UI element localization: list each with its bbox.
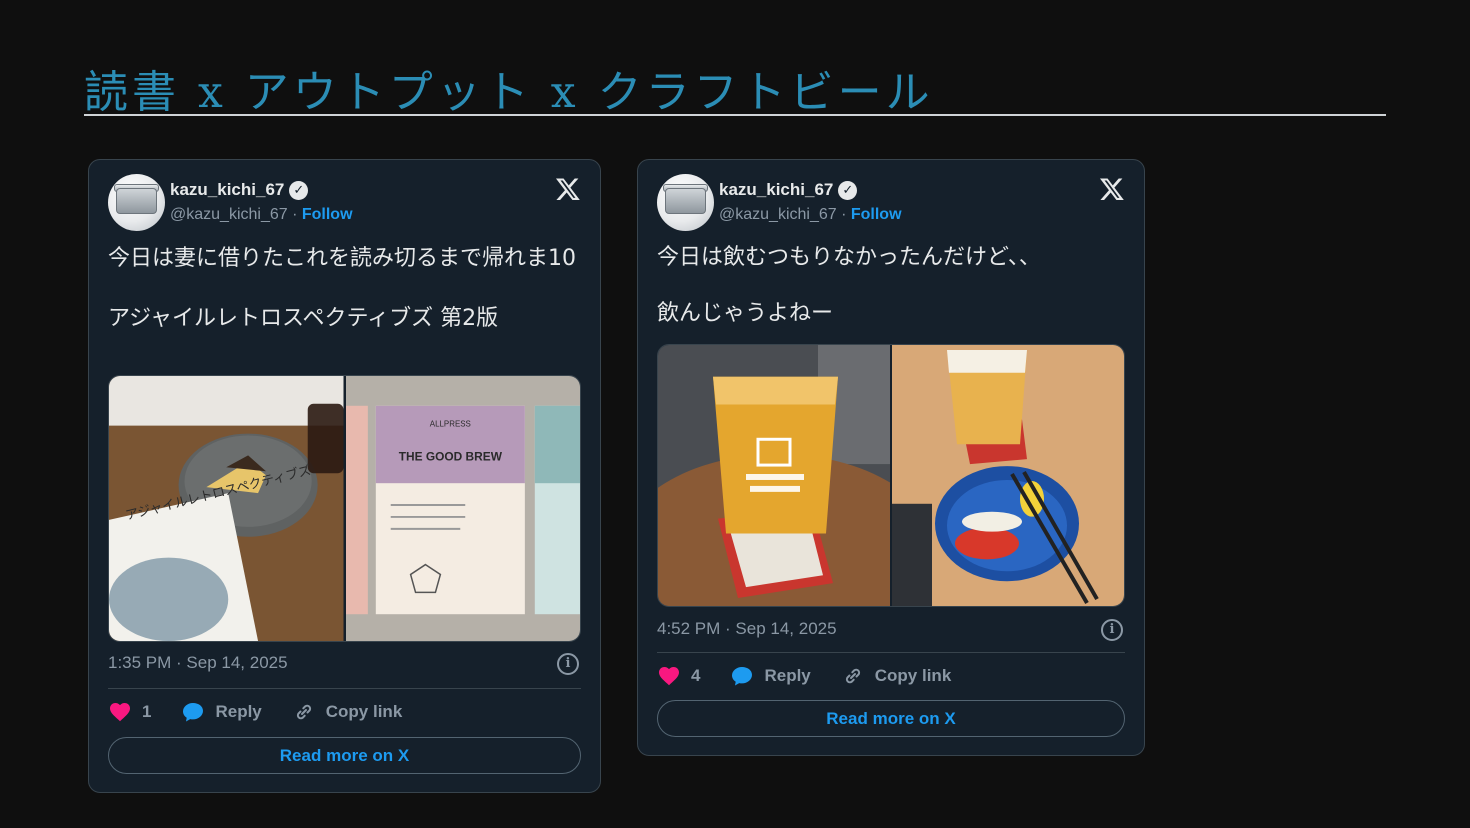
- tweet-text: 今日は妻に借りたこれを読み切るまで帰れま10 アジャイルレトロスペクティブズ 第…: [108, 246, 576, 331]
- heart-icon: [110, 703, 130, 722]
- reply-label: Reply: [215, 702, 262, 721]
- follow-button[interactable]: Follow: [851, 206, 902, 223]
- separator: ·: [836, 206, 851, 223]
- reply-label: Reply: [764, 666, 811, 685]
- handle[interactable]: @kazu_kichi_67: [719, 206, 837, 223]
- divider: [657, 652, 1125, 653]
- copy-link-label: Copy link: [325, 702, 403, 721]
- read-more-button[interactable]: Read more on X: [657, 700, 1125, 737]
- menu-brand-text: ALLPRESS: [429, 420, 470, 429]
- handle[interactable]: @kazu_kichi_67: [170, 206, 288, 223]
- tweet-actions: 1 Reply Copy link: [108, 698, 581, 726]
- reply-bubble-icon: [732, 667, 753, 686]
- tweet-text: 今日は飲むつもりなかったんだけど、、 飲んじゃうよねー: [657, 245, 1041, 326]
- reply-bubble-icon: [183, 703, 204, 722]
- title-underline: [84, 114, 1386, 116]
- tweet-media[interactable]: アジャイルレトロスペクティブズ THE GOOD BREW ALLPRESS: [108, 375, 581, 642]
- verified-icon: ✓: [838, 180, 858, 200]
- timestamp[interactable]: 1:35 PM · Sep 14, 2025: [108, 653, 288, 673]
- x-logo-icon[interactable]: [1099, 176, 1125, 202]
- info-icon[interactable]: i: [1101, 619, 1123, 641]
- photo-beer-pickles[interactable]: [892, 345, 1124, 606]
- read-more-button[interactable]: Read more on X: [108, 737, 581, 774]
- avatar[interactable]: [108, 174, 165, 231]
- tweet-media[interactable]: [657, 344, 1125, 607]
- tweet-card-1[interactable]: kazu_kichi_67 ✓ @kazu_kichi_67 · Follow …: [88, 159, 601, 793]
- avatar[interactable]: [657, 174, 714, 231]
- tweet-header: kazu_kichi_67 ✓ @kazu_kichi_67 · Follow: [657, 174, 1125, 234]
- like-button[interactable]: 4: [657, 664, 700, 688]
- tweet-card-2[interactable]: kazu_kichi_67 ✓ @kazu_kichi_67 · Follow …: [637, 159, 1145, 756]
- copy-link-label: Copy link: [874, 666, 952, 685]
- menu-title-text: THE GOOD BREW: [398, 449, 502, 463]
- like-button[interactable]: 1: [108, 700, 151, 724]
- display-name[interactable]: kazu_kichi_67: [170, 180, 284, 200]
- like-count: 1: [142, 702, 152, 721]
- reply-button[interactable]: Reply: [730, 664, 811, 688]
- tweet-actions: 4 Reply Copy link: [657, 662, 1125, 690]
- like-count: 4: [691, 666, 701, 685]
- info-icon[interactable]: i: [557, 653, 579, 675]
- divider: [108, 688, 581, 689]
- verified-icon: ✓: [289, 180, 309, 200]
- x-logo-icon[interactable]: [555, 176, 581, 202]
- separator: ·: [287, 206, 302, 223]
- copy-link-button[interactable]: Copy link: [292, 700, 403, 724]
- slide-title: 読書 x アウトプット x クラフトビール: [84, 67, 934, 118]
- copy-link-button[interactable]: Copy link: [841, 664, 952, 688]
- link-icon: [296, 704, 311, 720]
- display-name[interactable]: kazu_kichi_67: [719, 180, 833, 200]
- tweet-meta: 1:35 PM · Sep 14, 2025 i: [108, 653, 581, 677]
- timestamp[interactable]: 4:52 PM · Sep 14, 2025: [657, 619, 837, 639]
- heart-icon: [659, 667, 679, 686]
- photo-book-coffee[interactable]: アジャイルレトロスペクティブズ: [109, 376, 344, 641]
- link-icon: [845, 668, 860, 684]
- photo-coffee-menu[interactable]: THE GOOD BREW ALLPRESS: [345, 376, 580, 641]
- photo-beer-glass[interactable]: [658, 345, 890, 606]
- follow-button[interactable]: Follow: [302, 206, 353, 223]
- reply-button[interactable]: Reply: [181, 700, 262, 724]
- tweet-header: kazu_kichi_67 ✓ @kazu_kichi_67 · Follow: [108, 174, 581, 234]
- tweet-meta: 4:52 PM · Sep 14, 2025 i: [657, 619, 1125, 643]
